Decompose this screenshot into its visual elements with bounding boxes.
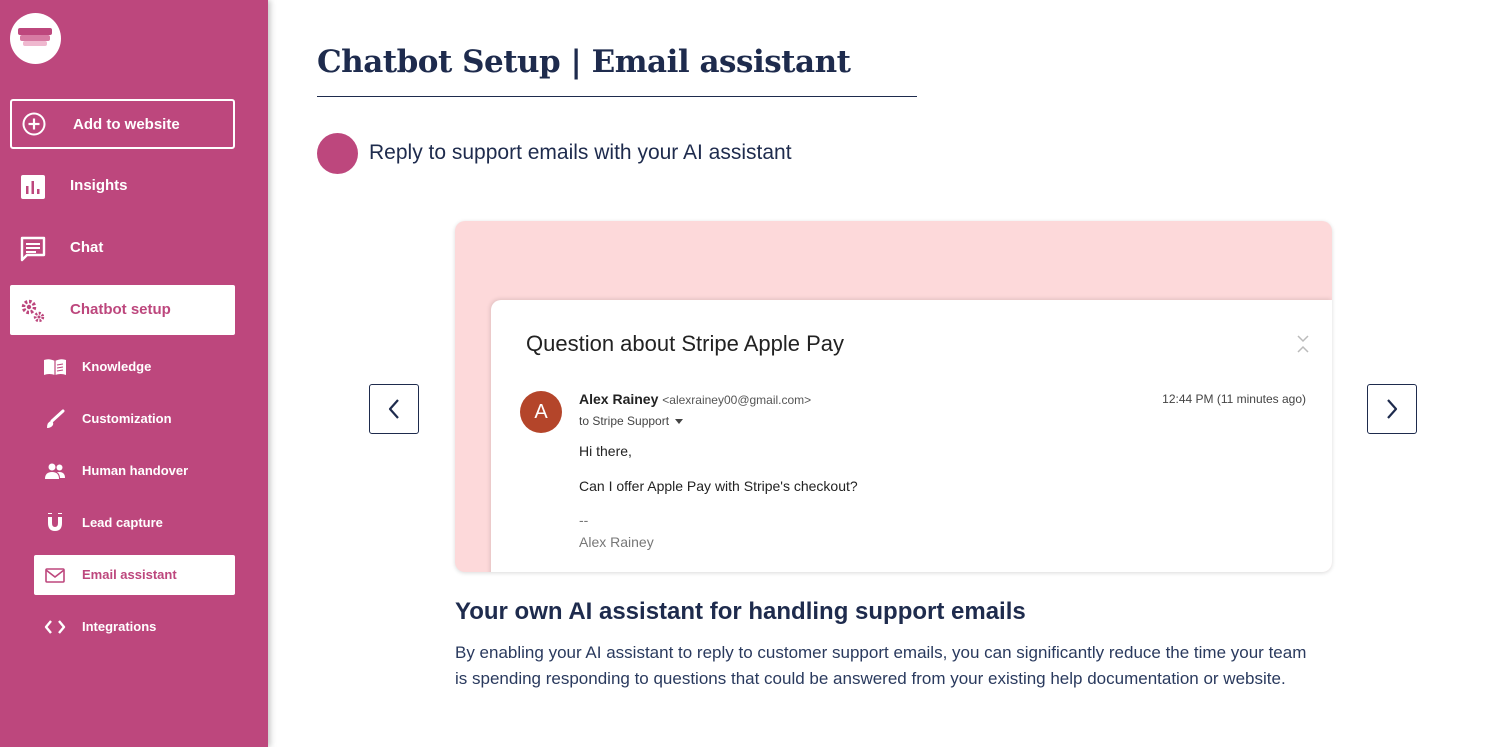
brush-icon [47,409,65,428]
sidebar-item-label: Insights [70,177,128,194]
book-icon [44,359,66,375]
sidebar-subitem-label: Email assistant [82,567,177,582]
add-to-website-button[interactable]: Add to website [10,99,235,149]
recipient-label: to Stripe Support [579,414,670,428]
sender-line: Alex Rainey <alexrainey00@gmail.com> [579,391,811,407]
email-signature: Alex Rainey [579,534,654,550]
add-to-website-label: Add to website [73,116,180,133]
email-timestamp: 12:44 PM (11 minutes ago) [1162,392,1306,406]
people-icon [45,463,65,479]
email-subject: Question about Stripe Apple Pay [526,331,844,356]
collapse-icon [1297,335,1309,353]
step-indicator [317,133,358,174]
sidebar-subitem-lead-capture[interactable]: Lead capture [34,503,235,543]
email-body: Can I offer Apple Pay with Stripe's chec… [579,478,858,494]
sidebar-subitem-integrations[interactable]: Integrations [34,607,235,647]
email-signature-separator: -- [579,512,589,528]
sender-name: Alex Rainey [579,391,659,407]
email-greeting: Hi there, [579,443,632,459]
chevron-left-icon [388,399,399,419]
sidebar-subitem-knowledge[interactable]: Knowledge [34,347,235,387]
title-divider [317,96,917,97]
logo-icon [18,28,52,46]
email-recipient: to Stripe Support [579,414,684,428]
step-heading: Reply to support emails with your AI ass… [369,141,792,164]
envelope-icon [45,568,65,583]
sender-avatar: A [520,391,562,433]
carousel-prev-button[interactable] [369,384,419,434]
sidebar-subitem-human-handover[interactable]: Human handover [34,451,235,491]
sidebar-subitem-email-assistant[interactable]: Email assistant [34,555,235,595]
sidebar-subitem-label: Integrations [82,619,157,634]
carousel-slide: Question about Stripe Apple Pay A Alex R… [455,221,1332,572]
sidebar-item-label: Chatbot setup [70,301,171,318]
sidebar-item-label: Chat [70,239,104,256]
chevron-right-icon [1387,399,1398,419]
email-preview: Question about Stripe Apple Pay A Alex R… [491,300,1332,572]
sidebar-subitem-label: Lead capture [82,515,163,530]
sidebar-item-chat[interactable]: Chat [10,223,235,273]
sidebar-subitem-label: Customization [82,411,172,426]
magnet-icon [48,513,62,531]
plus-circle-icon [22,112,46,136]
sidebar-item-insights[interactable]: Insights [10,161,235,211]
bar-chart-icon [21,175,45,199]
sidebar-item-chatbot-setup[interactable]: Chatbot setup [10,285,235,335]
sidebar: Add to website Insights Chat Chatbot set… [0,0,268,747]
app-logo[interactable] [10,13,61,64]
sidebar-subitem-label: Knowledge [82,359,152,374]
section-description: By enabling your AI assistant to reply t… [455,643,1307,688]
caret-down-icon [675,419,684,425]
gears-icon [21,299,45,323]
chat-icon [20,236,46,262]
carousel-next-button[interactable] [1367,384,1417,434]
section-heading: Your own AI assistant for handling suppo… [455,598,1026,625]
sidebar-subitem-customization[interactable]: Customization [34,399,235,439]
sidebar-subitem-label: Human handover [82,463,189,478]
sender-email: <alexrainey00@gmail.com> [662,393,812,407]
page-title: Chatbot Setup | Email assistant [317,44,851,80]
code-icon [44,620,66,634]
